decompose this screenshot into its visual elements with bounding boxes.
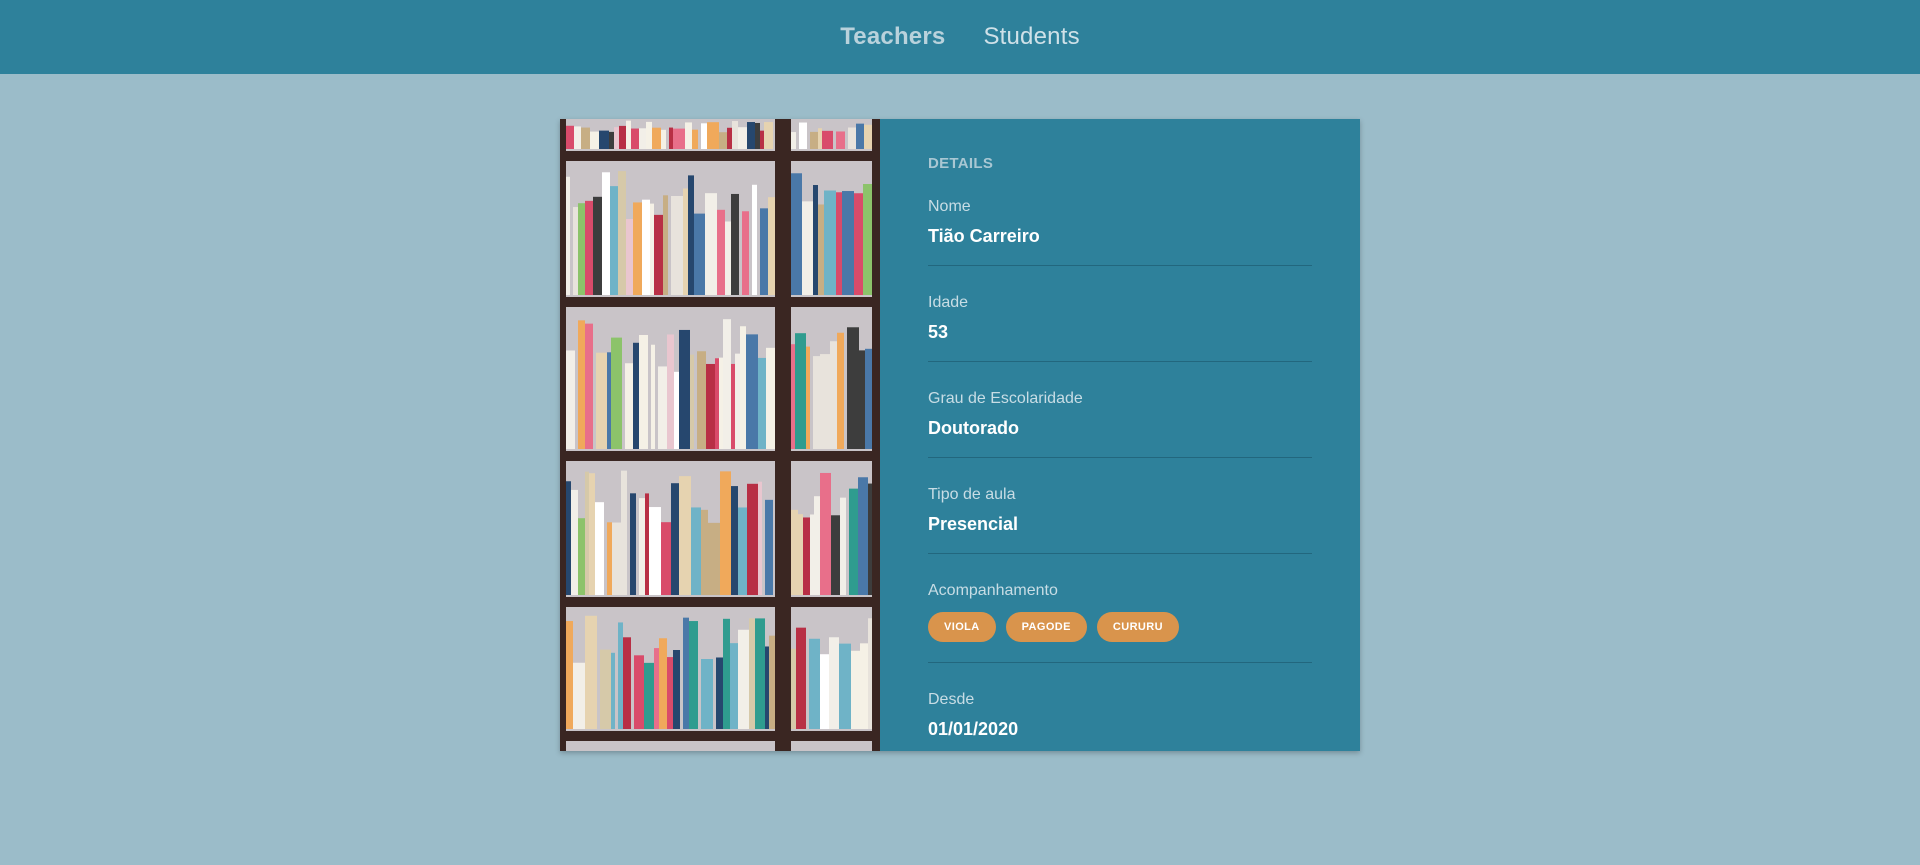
field-acompanhamento: Acompanhamento VIOLA PAGODE CURURU — [928, 582, 1312, 663]
nav-students-link[interactable]: Students — [983, 23, 1079, 51]
field-tipo-aula: Tipo de aula Presencial — [928, 486, 1312, 554]
field-value: 01/01/2020 — [928, 719, 1019, 739]
field-desde: Desde 01/01/2020 — [928, 691, 1312, 758]
bookshelf-image — [560, 119, 880, 751]
chip-cururu[interactable]: CURURU — [1096, 612, 1179, 642]
teacher-detail-card: DETAILS Nome Tião Carreiro Idade 53 Grau… — [560, 119, 1360, 751]
nav-teachers-link[interactable]: Teachers — [840, 23, 945, 51]
field-label: Tipo de aula — [928, 486, 1016, 503]
field-label: Desde — [928, 691, 975, 708]
field-label: Idade — [928, 294, 969, 311]
field-label: Grau de Escolaridade — [928, 390, 1083, 407]
field-label: Nome — [928, 198, 971, 215]
chip-viola[interactable]: VIOLA — [928, 612, 996, 642]
field-label: Acompanhamento — [928, 582, 1058, 599]
field-value: Doutorado — [928, 418, 1019, 438]
chip-pagode[interactable]: PAGODE — [1005, 612, 1087, 642]
field-nome: Nome Tião Carreiro — [928, 198, 1312, 266]
field-idade: Idade 53 — [928, 294, 1312, 362]
field-value: 53 — [928, 322, 949, 342]
acompanhamento-chips: VIOLA PAGODE CURURU — [928, 610, 1312, 642]
top-navigation-bar: Teachers Students — [0, 0, 1920, 74]
details-section-title: DETAILS — [928, 155, 994, 172]
field-value: Tião Carreiro — [928, 226, 1040, 246]
bookshelf-photo — [560, 119, 880, 751]
details-panel: DETAILS Nome Tião Carreiro Idade 53 Grau… — [880, 119, 1360, 751]
field-grau-escolaridade: Grau de Escolaridade Doutorado — [928, 390, 1312, 458]
field-value: Presencial — [928, 514, 1019, 534]
